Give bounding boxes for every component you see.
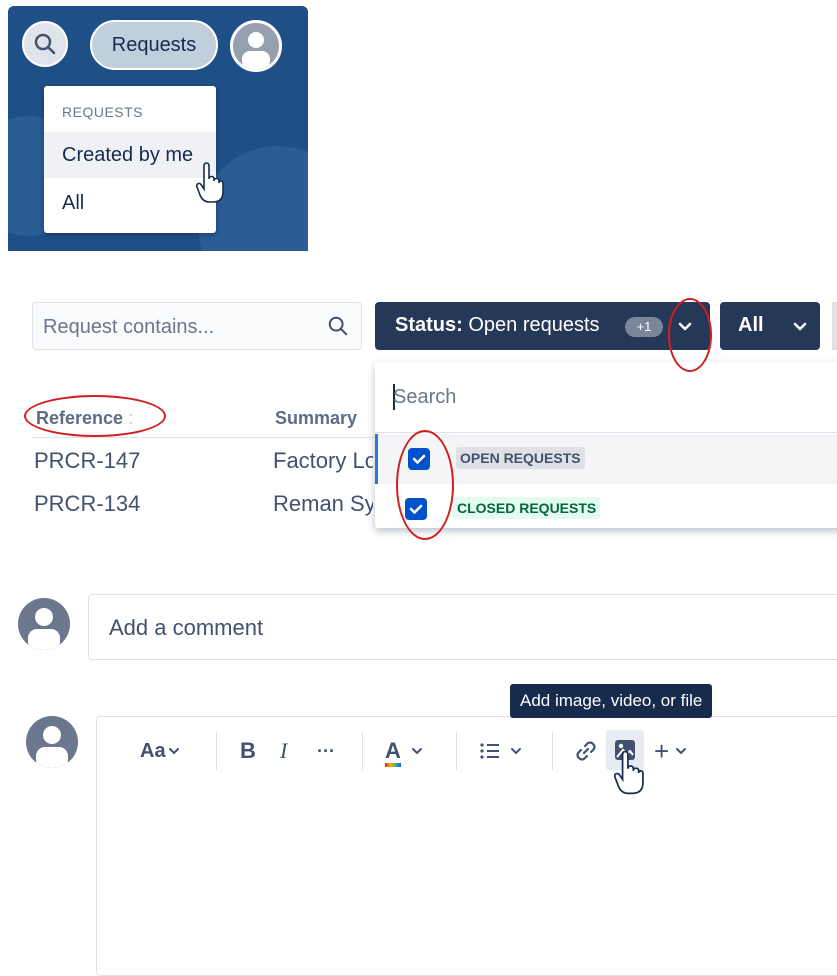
text-color-glyph: A	[385, 738, 401, 767]
requests-button[interactable]: Requests	[90, 20, 218, 70]
table-row-summary[interactable]: Factory Lo	[273, 448, 373, 474]
column-header-summary[interactable]: Summary	[275, 408, 357, 429]
toolbar-separator	[362, 732, 363, 770]
more-formatting-button[interactable]: ···	[317, 734, 335, 768]
chevron-down-icon	[411, 748, 422, 755]
user-avatar-icon	[233, 23, 279, 69]
search-icon	[328, 316, 348, 336]
hand-cursor-icon	[614, 750, 644, 795]
status-filter-label: Status: Open requests	[395, 314, 600, 337]
comment-editor[interactable]	[96, 716, 837, 976]
editor-avatar	[26, 716, 78, 768]
insert-label: +	[654, 735, 670, 766]
search-icon	[34, 33, 56, 55]
bold-button[interactable]: B	[240, 734, 256, 768]
toolbar-separator	[552, 732, 553, 770]
chevron-down-icon	[676, 748, 687, 755]
menu-item-all[interactable]: All	[44, 180, 216, 226]
text-color-label: A	[385, 738, 401, 763]
toolbar-separator	[216, 732, 217, 770]
user-avatar-icon	[36, 726, 68, 768]
menu-item-created-by-me[interactable]: Created by me	[44, 132, 216, 178]
toolbar-separator	[456, 732, 457, 770]
next-filter-button-edge[interactable]	[832, 302, 837, 350]
status-prefix: Status:	[395, 314, 463, 336]
chevron-down-icon	[511, 748, 521, 755]
insert-more-button[interactable]: +	[654, 734, 689, 768]
requests-menu: REQUESTS Created by me All	[44, 86, 216, 233]
text-style-button[interactable]: Aa	[140, 734, 182, 768]
user-avatar-icon	[28, 608, 60, 650]
profile-avatar-button[interactable]	[230, 20, 282, 72]
search-button[interactable]	[22, 21, 68, 67]
table-row-reference[interactable]: PRCR-147	[34, 448, 140, 474]
link-button[interactable]	[574, 734, 598, 768]
text-color-button[interactable]: A	[385, 734, 425, 768]
request-search-placeholder: Request contains...	[43, 316, 215, 338]
request-search-input[interactable]: Request contains...	[32, 302, 362, 350]
status-search-placeholder: Search	[393, 386, 457, 408]
all-filter-label: All	[738, 314, 764, 336]
status-filter-button[interactable]: Status: Open requests +1	[375, 302, 710, 350]
status-search-input[interactable]: Search	[375, 362, 837, 433]
add-comment-input[interactable]: Add a comment	[88, 594, 837, 660]
chevron-down-icon	[793, 322, 807, 331]
status-value: Open requests	[468, 314, 600, 336]
color-bar	[385, 763, 401, 767]
table-row-summary[interactable]: Reman Sy	[273, 491, 373, 517]
requests-menu-header: REQUESTS	[62, 104, 144, 120]
chevron-down-icon	[168, 748, 179, 755]
table-divider	[32, 437, 375, 438]
add-comment-placeholder: Add a comment	[109, 615, 264, 640]
status-lozenge-open: OPEN REQUESTS	[456, 447, 585, 469]
italic-button[interactable]: I	[280, 734, 287, 768]
annotation-ellipse-chevron	[668, 298, 712, 372]
commenter-avatar	[18, 598, 70, 650]
status-lozenge-closed: CLOSED REQUESTS	[453, 497, 601, 519]
add-media-tooltip: Add image, video, or file	[510, 684, 713, 718]
hand-cursor-icon	[196, 162, 224, 203]
bullet-list-icon	[480, 743, 499, 759]
text-style-label: Aa	[140, 739, 166, 762]
all-filter-button[interactable]: All	[720, 302, 820, 350]
table-row-reference[interactable]: PRCR-134	[34, 491, 140, 517]
status-count-badge: +1	[625, 317, 663, 337]
link-icon	[576, 741, 596, 761]
list-button[interactable]	[478, 734, 524, 768]
annotation-ellipse-reference	[24, 395, 166, 437]
annotation-ellipse-checkboxes	[396, 430, 454, 540]
